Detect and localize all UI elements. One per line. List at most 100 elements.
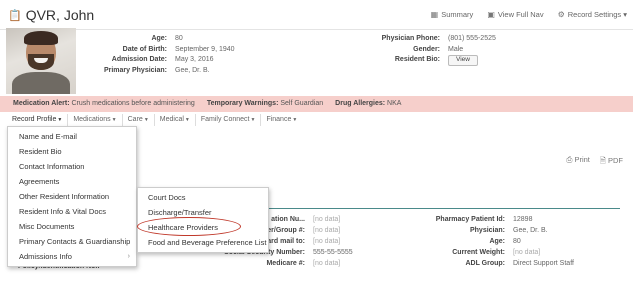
gender-label: Gender:	[413, 45, 440, 53]
info-row-age: Age: 80	[80, 34, 235, 45]
pdf-button[interactable]: 🗎 PDF	[600, 155, 623, 168]
age-label: Age:	[151, 35, 167, 42]
document-icon: 🗎	[599, 156, 606, 165]
physician-label: Physician:	[469, 227, 505, 234]
physician-phone-label: Physician Phone:	[381, 35, 440, 42]
alert-bar: Medication Alert: Crush medications befo…	[0, 96, 633, 112]
view-bio-button[interactable]: View	[448, 55, 478, 66]
nav-finance-label: Finance	[266, 116, 292, 123]
info-row-phone: Physician Phone: (801) 555-2525	[362, 34, 496, 45]
info-row-gender: Gender: Male	[362, 45, 496, 56]
page-title: 📋 QVR, John	[8, 7, 94, 23]
temporary-warnings: Temporary Warnings: Self Guardian	[207, 96, 323, 112]
detail-row: ADL Group: Direct Support Staff	[400, 258, 574, 269]
caret-down-icon: ▼	[250, 117, 256, 123]
print-button[interactable]: ⎙ Print	[566, 155, 590, 168]
admission-label: Admission Date:	[111, 56, 167, 63]
temporary-warnings-value: Self Guardian	[280, 100, 324, 107]
drug-allergies-value: NKA	[387, 100, 402, 107]
nav-medical-label: Medical	[159, 116, 184, 123]
adl-group-value: Direct Support Staff	[513, 260, 574, 267]
record-header: 📋 QVR, John ▦ Summary ▣ View Full Nav ⚙ Rec…	[0, 0, 633, 30]
resident-name: QVR, John	[25, 7, 95, 23]
drug-allergies-label: Drug Allergies:	[335, 100, 386, 107]
summary-icon: ▦	[430, 10, 439, 19]
adl-group-label: ADL Group:	[465, 260, 505, 267]
ssn-value: 555-55-5555	[313, 249, 353, 256]
header-actions: ▦ Summary ▣ View Full Nav ⚙ Record Settings…	[431, 10, 627, 19]
menu-item-misc-documents[interactable]: Misc Documents	[8, 219, 136, 234]
menu-item-name-email[interactable]: Name and E-mail	[8, 129, 136, 144]
info-row-bio: Resident Bio: View	[362, 55, 496, 66]
caret-down-icon: ▼	[143, 117, 149, 123]
detail-row: Medicare #: [no data]	[180, 258, 353, 269]
menu-item-primary-contacts[interactable]: Primary Contacts & Guardianship	[8, 234, 136, 249]
detail-row: Current Weight: [no data]	[400, 247, 574, 258]
medicare-value: [no data]	[313, 260, 341, 267]
detail-value: [no data]	[313, 227, 341, 234]
caret-down-icon: ▼	[184, 117, 190, 123]
detail-value: [no data]	[313, 238, 341, 245]
view-full-nav-link[interactable]: ▣ View Full Nav	[487, 10, 543, 19]
menu-item-other-resident-info[interactable]: Other Resident Information	[8, 189, 136, 204]
resident-bio-label: Resident Bio:	[394, 56, 440, 63]
view-full-nav-label: View Full Nav	[497, 10, 544, 19]
current-weight-value: [no data]	[513, 249, 541, 256]
submenu-item-court-docs[interactable]: Court Docs	[138, 190, 268, 205]
nav-family-connect[interactable]: Family Connect▼	[196, 114, 262, 126]
menu-item-resident-info-vital-docs[interactable]: Resident Info & Vital Docs	[8, 204, 136, 219]
caret-down-icon: ▼	[292, 117, 298, 123]
nav-medications[interactable]: Medications▼	[68, 114, 123, 126]
detail-row: Age: 80	[400, 236, 574, 247]
menu-item-agreements[interactable]: Agreements	[8, 174, 136, 189]
nav-family-connect-label: Family Connect	[200, 116, 250, 123]
nav-record-profile[interactable]: Record Profile▼	[7, 114, 69, 126]
nav-medical[interactable]: Medical▼	[155, 114, 196, 126]
dob-value: September 9, 1940	[175, 45, 235, 53]
admission-value: May 3, 2016	[175, 56, 214, 63]
drug-allergies: Drug Allergies: NKA	[335, 96, 401, 112]
summary-link[interactable]: ▦ Summary	[431, 10, 474, 19]
nav-care-label: Care	[127, 116, 143, 123]
menu-item-admissions-info[interactable]: Admissions Info ›	[8, 249, 136, 264]
highlight-ring	[137, 217, 241, 236]
summary-label: Summary	[441, 10, 474, 19]
medication-alert-label: Medication Alert:	[13, 100, 70, 107]
nav-finance[interactable]: Finance▼	[261, 114, 302, 126]
menu-item-contact-information[interactable]: Contact Information	[8, 159, 136, 174]
printer-icon: ⎙	[566, 155, 573, 164]
pdf-label: PDF	[608, 156, 623, 165]
caret-down-icon: ▼	[57, 117, 63, 123]
detail-row: Pharmacy Patient Id: 12898	[400, 214, 574, 225]
photo-hair	[24, 31, 58, 45]
submenu-item-food-beverage[interactable]: Food and Beverage Preference List	[138, 235, 268, 250]
info-row-physician: Primary Physician: Gee, Dr. B.	[80, 66, 235, 77]
chevron-right-icon: ›	[127, 253, 130, 260]
primary-physician-label: Primary Physician:	[103, 66, 167, 74]
menu-item-resident-bio[interactable]: Resident Bio	[8, 144, 136, 159]
caret-down-icon: ▾	[623, 10, 627, 19]
age-value: 80	[513, 238, 521, 245]
nav-medications-label: Medications	[73, 116, 111, 123]
medication-alert: Medication Alert: Crush medications befo…	[13, 96, 195, 112]
record-profile-menu: Name and E-mail Resident Bio Contact Inf…	[7, 126, 137, 267]
pharmacy-id-label: Pharmacy Patient Id:	[435, 216, 505, 223]
physician-value: Gee, Dr. B.	[513, 227, 548, 234]
expand-icon: ▣	[487, 10, 495, 19]
detail-value: [no data]	[313, 216, 341, 223]
patient-info-right: Physician Phone: (801) 555-2525 Gender: Ma…	[362, 34, 496, 66]
info-row-admission: Admission Date: May 3, 2016	[80, 55, 235, 66]
medicare-label: Medicare #:	[266, 260, 305, 267]
nav-care[interactable]: Care▼	[123, 114, 155, 126]
patient-info-left: Age: 80 Date of Birth: September 9, 1940 A…	[80, 34, 235, 76]
clipboard-icon: 📋	[8, 9, 22, 22]
gender-value: Male	[448, 45, 464, 53]
photo-shirt	[12, 72, 70, 94]
record-settings-dropdown[interactable]: ⚙ Record Settings ▾	[558, 10, 627, 19]
dob-label: Date of Birth:	[122, 45, 167, 53]
record-settings-label: Record Settings	[567, 10, 622, 19]
admissions-info-label: Admissions Info	[19, 252, 72, 261]
record-nav: Record Profile▼ Medications▼ Care▼ Medic…	[7, 114, 302, 126]
gear-icon: ⚙	[557, 10, 565, 19]
print-actions: ⎙ Print 🗎 PDF	[566, 155, 623, 168]
